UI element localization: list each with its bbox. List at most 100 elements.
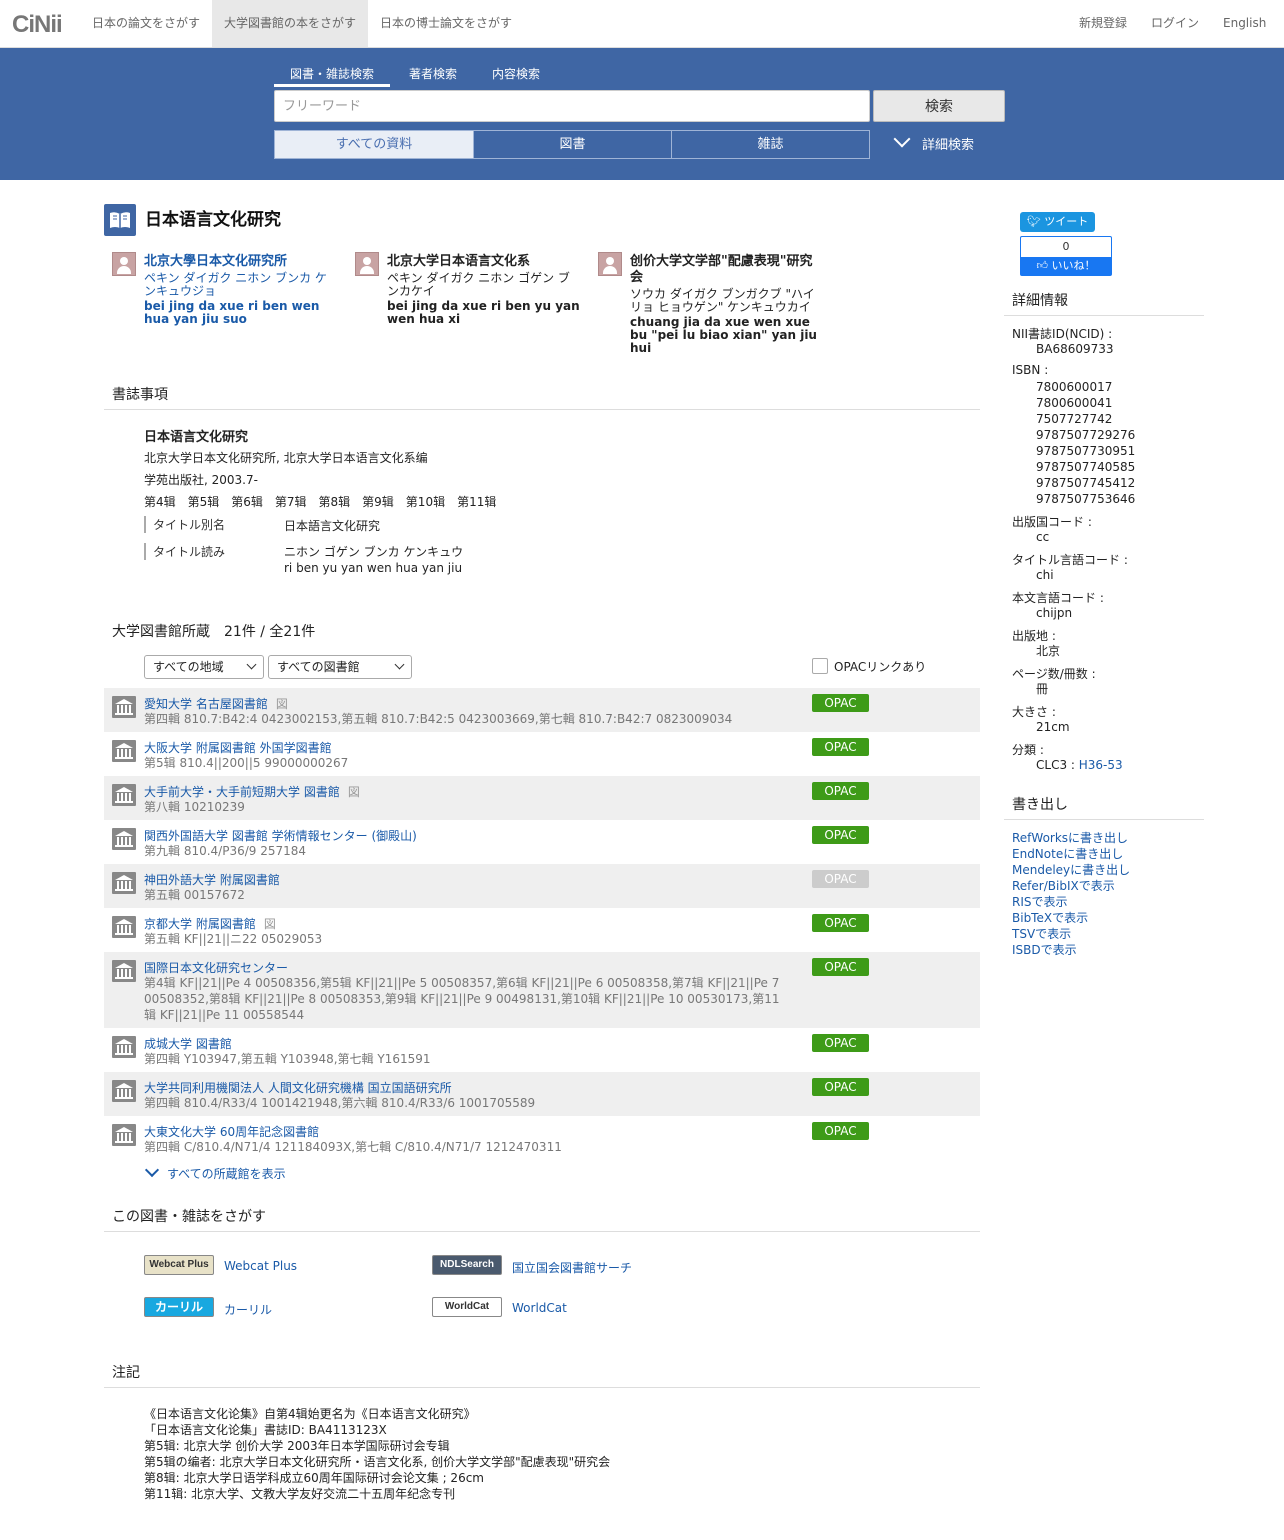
holding-detail: 第5辑 810.4||200||5 99000000267 [144, 756, 349, 770]
nav-tab-articles[interactable]: 日本の論文をさがす [80, 0, 212, 47]
opac-button[interactable]: OPAC [812, 1122, 869, 1140]
opac-button[interactable]: OPAC [812, 782, 869, 800]
library-name-link[interactable]: 京都大学 附属図書館図 [144, 915, 276, 932]
library-name-link[interactable]: 大手前大学・大手前短期大学 図書館図 [144, 783, 360, 800]
size-value: 21cm [1036, 720, 1070, 734]
opac-button[interactable]: OPAC [812, 1078, 869, 1096]
show-all-holdings-link[interactable]: すべての所蔵館を表示 [144, 1162, 286, 1182]
like-button[interactable]: 👍︎ いいね！ [1021, 257, 1111, 275]
export-isbd-link[interactable]: ISBDで表示 [1012, 941, 1077, 958]
webcat-plus-logo[interactable]: Webcat Plus [144, 1255, 214, 1275]
region-select[interactable]: すべての地域 [144, 655, 264, 679]
export-ris-link[interactable]: RISで表示 [1012, 893, 1068, 910]
author-name: 北京大学日本语言文化系 [387, 254, 531, 269]
webcat-plus-link[interactable]: Webcat Plus [224, 1259, 297, 1273]
library-icon [112, 960, 136, 982]
page-title: 日本语言文化研究 [145, 210, 281, 230]
search-tab-authors[interactable]: 著者検索 [409, 65, 457, 82]
ncid-label: NII書誌ID(NCID) : [1012, 327, 1113, 341]
author-kana[interactable]: ペキン ダイガク ニホン ブンカ ケンキュウジョ [144, 272, 338, 298]
chevron-down-icon [893, 130, 911, 148]
opac-button[interactable]: OPAC [812, 914, 869, 932]
opac-button[interactable]: OPAC [812, 958, 869, 976]
author-name-link[interactable]: 北京大學日本文化研究所 [144, 254, 338, 270]
note-line: 第11辑: 北京大学、文教大学友好交流二十五周年纪念专刊 [144, 1487, 456, 1501]
tweet-button[interactable]: 🐦︎ ツイート [1020, 212, 1095, 232]
library-name-link[interactable]: 関西外国語大学 図書館 学術情報センター (御殿山) [144, 827, 417, 844]
export-refworks-link[interactable]: RefWorksに書き出し [1012, 829, 1128, 846]
alt-title-value: 日本語言文化研究 [284, 519, 381, 533]
nav-tab-dissertations[interactable]: 日本の博士論文をさがす [368, 0, 524, 47]
facebook-like-widget[interactable]: 0 👍︎ いいね！ [1020, 236, 1112, 276]
library-name-link[interactable]: 大学共同利用機関法人 人間文化研究機構 国立国語研究所 [144, 1079, 452, 1096]
holdings-heading: 大学図書館所蔵 21件 / 全21件 [112, 624, 316, 640]
export-bibtex-link[interactable]: BibTeXで表示 [1012, 909, 1088, 926]
holding-row: 国際日本文化研究センター 第4辑 KF||21||Pe 4 00508356,第5… [104, 952, 980, 1028]
advanced-search-toggle[interactable]: 詳細検索 [892, 130, 974, 153]
register-link[interactable]: 新規登録 [1079, 0, 1127, 47]
opac-filter-checkbox[interactable] [812, 658, 828, 674]
library-name-link[interactable]: 大東文化大学 60周年記念図書館 [144, 1123, 319, 1140]
active-tab-underline [274, 84, 390, 87]
library-icon [112, 1124, 136, 1146]
filter-all[interactable]: すべての資料 [274, 130, 474, 159]
author-kana: ペキン ダイガク ニホン ゴゲン ブンカケイ [387, 271, 570, 298]
opac-button[interactable]: OPAC [812, 694, 869, 712]
search-band: 図書・雑誌検索 著者検索 内容検索 検索 すべての資料 図書 雑誌 詳細検索 [0, 48, 1284, 180]
text-lang-value: chijpn [1036, 606, 1073, 620]
calil-logo[interactable]: カーリル [144, 1297, 214, 1317]
holding-row: 大東文化大学 60周年記念図書館 第四輯 C/810.4/N71/4 121184… [104, 1116, 980, 1160]
library-icon [112, 916, 136, 938]
find-heading: この図書・雑誌をさがす [112, 1209, 266, 1225]
opac-button[interactable]: OPAC [812, 826, 869, 844]
opac-button: OPAC [812, 870, 869, 888]
divider [1004, 819, 1204, 820]
nav-tab-books[interactable]: 大学図書館の本をさがす [212, 0, 368, 47]
opac-button[interactable]: OPAC [812, 738, 869, 756]
search-tab-content[interactable]: 内容検索 [492, 65, 540, 82]
search-tab-books[interactable]: 図書・雑誌検索 [290, 65, 374, 82]
library-name-link[interactable]: 大阪大学 附属図書館 外国学図書館 [144, 739, 332, 756]
search-input[interactable] [274, 90, 870, 122]
author-roman[interactable]: bei jing da xue ri ben wen hua yan jiu s… [144, 300, 338, 326]
ncid-value: BA68609733 [1036, 342, 1114, 356]
ill-mark-icon: 図 [263, 917, 276, 931]
author-kana: ソウカ ダイガク ブンガクブ "ハイリョ ヒョウゲン" ケンキュウカイ [630, 287, 815, 314]
english-link[interactable]: English [1223, 0, 1266, 47]
holding-detail: 第五輯 KF||21||ニ22 05029053 [144, 932, 323, 946]
library-select[interactable]: すべての図書館 [268, 655, 412, 679]
bib-publisher: 学苑出版社, 2003.7- [144, 473, 258, 487]
ndl-search-link[interactable]: 国立国会図書館サーチ [512, 1259, 632, 1276]
class-link[interactable]: H36-53 [1079, 758, 1123, 772]
export-refer-link[interactable]: Refer/BibIXで表示 [1012, 877, 1115, 894]
search-button[interactable]: 検索 [873, 90, 1005, 122]
calil-link[interactable]: カーリル [224, 1301, 272, 1318]
ndl-search-logo[interactable]: NDLSearch [432, 1255, 502, 1275]
holding-detail: 第五輯 00157672 [144, 888, 245, 902]
library-name-link[interactable]: 成城大学 図書館 [144, 1035, 232, 1052]
opac-button[interactable]: OPAC [812, 1034, 869, 1052]
note-line: 第5辑: 北京大学 创价大学 2003年日本学国际研讨会专辑 [144, 1439, 450, 1453]
cinii-logo[interactable]: CiNii [12, 11, 63, 39]
export-mendeley-link[interactable]: Mendeleyに書き出し [1012, 861, 1130, 878]
worldcat-link[interactable]: WorldCat [512, 1301, 567, 1315]
login-link[interactable]: ログイン [1151, 0, 1199, 47]
place-label: 出版地 : [1012, 629, 1056, 643]
thumbs-up-icon: 👍︎ [1036, 259, 1052, 272]
author-avatar-icon [598, 252, 622, 276]
worldcat-logo[interactable]: WorldCat [432, 1297, 502, 1317]
author-roman: chuang jia da xue wen xue bu "pei lu bia… [630, 315, 817, 355]
opac-filter-label: OPACリンクあり [834, 660, 927, 674]
filter-books[interactable]: 図書 [473, 130, 672, 159]
export-tsv-link[interactable]: TSVで表示 [1012, 925, 1071, 942]
library-name-link[interactable]: 神田外語大学 附属図書館 [144, 871, 280, 888]
holding-row: 愛知大学 名古屋図書館図第四輯 810.7:B42:4 0423002153,第… [104, 688, 980, 732]
export-endnote-link[interactable]: EndNoteに書き出し [1012, 845, 1123, 862]
library-name-link[interactable]: 愛知大学 名古屋図書館図 [144, 695, 288, 712]
holding-row: 大学共同利用機関法人 人間文化研究機構 国立国語研究所 第四輯 810.4/R33… [104, 1072, 980, 1116]
bib-volumes: 第4辑 第5辑 第6辑 第7辑 第8辑 第9辑 第10辑 第11辑 [144, 495, 497, 509]
title-lang-label: タイトル言語コード : [1012, 553, 1128, 567]
library-name-link[interactable]: 国際日本文化研究センター [144, 959, 288, 976]
filter-journals[interactable]: 雑誌 [671, 130, 870, 159]
country-value: cc [1036, 530, 1050, 544]
